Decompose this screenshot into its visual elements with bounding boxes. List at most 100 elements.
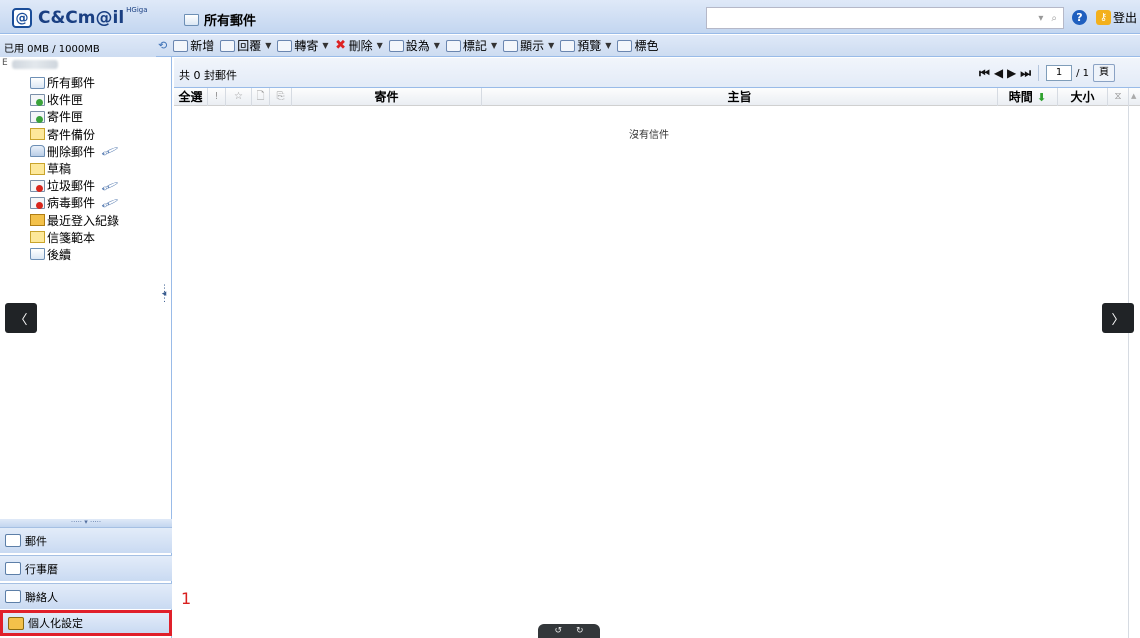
logo: @ C&Cm@il HGiga	[12, 6, 152, 30]
stationery-icon	[30, 231, 45, 244]
account-initial: E	[2, 58, 8, 68]
nav-personal-settings[interactable]: 個人化設定	[0, 610, 172, 636]
folder-label: 刪除郵件	[47, 144, 96, 159]
first-page-icon[interactable]: ⏮	[979, 65, 990, 81]
mail-toolbar: ⟲ 新增 回覆 ▼ 轉寄 ▼ ✖ 刪除 ▼ 設為 ▼ 標記 ▼ 顯示 ▼ 預覽 …	[156, 35, 1140, 57]
refresh-icon[interactable]: ⟲	[158, 39, 167, 52]
display-icon	[503, 39, 519, 52]
nav-label: 聯絡人	[25, 590, 58, 604]
folder-icon	[30, 248, 45, 261]
logo-superscript: HGiga	[126, 6, 148, 14]
new-mail-button[interactable]: 新增	[173, 37, 214, 54]
column-header-row: 全選 ! ☆ 🗋 ⎘ 寄件 主旨 時間 ⬇ 大小 ⧖	[174, 88, 1140, 106]
mark-icon	[445, 39, 461, 52]
last-page-icon[interactable]: ⏭	[1020, 65, 1031, 81]
chevron-down-icon[interactable]: ▼	[491, 41, 497, 50]
reply-button[interactable]: 回覆 ▼	[220, 37, 271, 54]
select-all-column[interactable]: 全選	[174, 88, 208, 106]
current-folder-title: 所有郵件	[184, 10, 256, 29]
page-number-input[interactable]: 1	[1046, 65, 1073, 81]
sidebar-splitter[interactable]: ····· ▾ ·····	[0, 519, 172, 527]
folder-sent[interactable]: 寄件備份	[30, 126, 119, 143]
folder-all-mail[interactable]: 所有郵件	[30, 74, 119, 91]
sender-column[interactable]: 寄件	[292, 88, 482, 106]
logout-button[interactable]: ⚷ 登出	[1096, 9, 1137, 26]
color-tag-button[interactable]: 標色	[617, 37, 658, 54]
list-status-bar: 共 0 封郵件 ⏮ ◀ ▶ ⏭ 1 / 1 頁	[174, 58, 1140, 88]
inbox-icon	[30, 93, 45, 106]
collapse-sidebar-handle[interactable]: ⋮ ◂ ⋮	[160, 285, 169, 327]
delete-x-icon: ✖	[335, 37, 347, 53]
preview-label: 預覽	[577, 39, 602, 53]
delete-button[interactable]: ✖ 刪除 ▼	[335, 37, 383, 54]
chevron-down-icon[interactable]: ▼	[377, 41, 383, 50]
nav-contacts[interactable]: 聯絡人	[0, 583, 172, 609]
folder-label: 草稿	[47, 162, 72, 177]
folder-label: 後續	[47, 247, 72, 262]
next-screen-button[interactable]: 〉	[1102, 303, 1134, 333]
search-dropdown-icon[interactable]: ▾	[1038, 13, 1043, 24]
folder-spam[interactable]: 垃圾郵件 🖌	[30, 177, 119, 195]
chevron-down-icon[interactable]: ▼	[605, 41, 611, 50]
nav-label: 行事曆	[25, 562, 58, 576]
nav-calendar[interactable]: 行事曆	[0, 555, 172, 581]
folder-follow-up[interactable]: 後續	[30, 246, 119, 263]
display-button[interactable]: 顯示 ▼	[503, 37, 554, 54]
priority-column[interactable]: !	[208, 88, 226, 106]
list-scrollbar[interactable]: ▲	[1128, 88, 1140, 638]
rotate-left-icon[interactable]: ↺	[554, 626, 562, 636]
chevron-down-icon[interactable]: ▼	[265, 41, 271, 50]
next-page-icon[interactable]: ▶	[1007, 65, 1016, 81]
folder-login-history[interactable]: 最近登入紀錄	[30, 212, 119, 229]
preview-icon	[560, 39, 576, 52]
search-icon[interactable]: ⌕	[1051, 13, 1057, 24]
rotate-controls[interactable]: ↺ ↻	[538, 624, 600, 638]
folder-icon	[184, 13, 199, 26]
star-column[interactable]: ☆	[226, 88, 252, 106]
folder-virus[interactable]: 病毒郵件 🖌	[30, 194, 119, 212]
chevron-down-icon[interactable]: ▼	[548, 41, 554, 50]
folder-stationery[interactable]: 信箋範本	[30, 229, 119, 246]
forward-button[interactable]: 轉寄 ▼	[277, 37, 329, 54]
filter-icon[interactable]: ⧖	[1108, 88, 1128, 106]
folder-drafts[interactable]: 草稿	[30, 160, 119, 177]
help-icon[interactable]: ?	[1072, 10, 1087, 25]
mark-button[interactable]: 標記 ▼	[445, 37, 497, 54]
folder-icon	[30, 76, 45, 89]
new-mail-label: 新增	[190, 39, 215, 53]
nav-mail[interactable]: 郵件	[0, 527, 172, 553]
outbox-icon	[30, 110, 45, 123]
sort-down-icon: ⬇	[1036, 91, 1047, 104]
scroll-up-icon[interactable]: ▲	[1131, 92, 1136, 100]
folder-deleted[interactable]: 刪除郵件 🖌	[30, 142, 119, 161]
page-icon[interactable]: 🗋	[252, 88, 270, 106]
folder-outbox[interactable]: 寄件匣	[30, 108, 119, 125]
preview-button[interactable]: 預覽 ▼	[560, 37, 611, 54]
empty-list-message: 沒有信件	[629, 130, 669, 141]
folder-inbox[interactable]: 收件匣	[30, 91, 119, 108]
broom-icon[interactable]: 🖌	[100, 194, 119, 212]
search-input[interactable]: ▾ ⌕	[706, 7, 1064, 29]
spam-icon	[30, 179, 45, 192]
color-tag-icon	[617, 39, 633, 52]
broom-icon[interactable]: 🖌	[100, 142, 119, 160]
folder-label: 垃圾郵件	[47, 179, 96, 194]
contacts-icon	[5, 590, 21, 603]
attachment-icon[interactable]: ⎘	[270, 88, 292, 106]
account-name[interactable]: E	[2, 58, 92, 69]
broom-icon[interactable]: 🖌	[100, 177, 119, 195]
chevron-down-icon[interactable]: ▼	[322, 41, 328, 50]
chevron-down-icon[interactable]: ▼	[434, 41, 440, 50]
prev-page-icon[interactable]: ◀	[994, 65, 1003, 81]
time-column[interactable]: 時間 ⬇	[998, 88, 1058, 106]
set-as-button[interactable]: 設為 ▼	[388, 37, 440, 54]
subject-column[interactable]: 主旨	[482, 88, 998, 106]
folder-title-text: 所有郵件	[204, 14, 257, 29]
go-page-button[interactable]: 頁	[1093, 64, 1116, 82]
prev-screen-button[interactable]: 〈	[5, 303, 37, 333]
size-column[interactable]: 大小	[1058, 88, 1108, 106]
rotate-right-icon[interactable]: ↻	[576, 626, 584, 636]
folder-label: 病毒郵件	[47, 196, 96, 211]
folder-label: 寄件匣	[47, 110, 84, 125]
nav-label: 郵件	[25, 534, 47, 548]
